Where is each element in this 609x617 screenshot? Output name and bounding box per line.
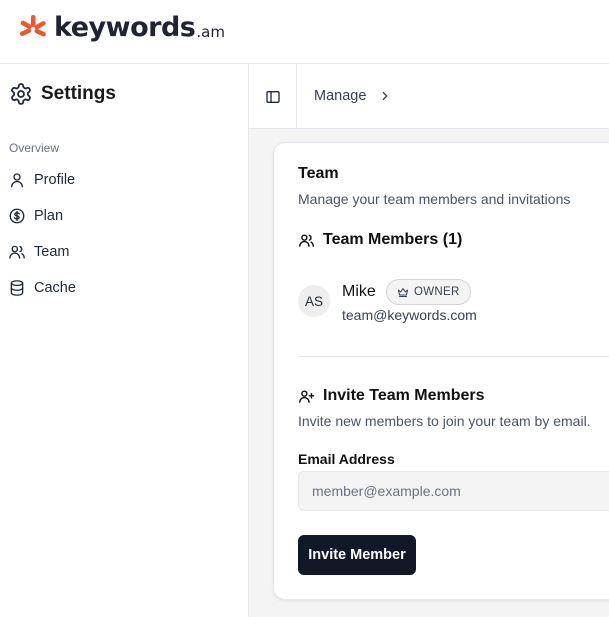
email-field[interactable]	[298, 471, 609, 511]
member-email: team@keywords.com	[342, 307, 477, 323]
main-content: Manage Team Manage your team members and…	[249, 64, 609, 617]
dollar-circle-icon	[9, 208, 25, 224]
member-name: Mike	[342, 283, 376, 300]
chevron-right-icon	[383, 91, 388, 101]
breadcrumb: Manage	[314, 88, 392, 104]
crown-icon	[398, 288, 408, 297]
role-badge: OWNER	[386, 279, 471, 305]
brand-name: keywords	[54, 11, 196, 43]
users-icon	[299, 233, 314, 247]
team-members-heading-label: Team Members (1)	[323, 231, 463, 248]
invite-heading-label: Invite Team Members	[323, 387, 485, 404]
sidebar-header: Settings	[9, 82, 116, 106]
sidebar-item-profile[interactable]: Profile	[8, 167, 75, 193]
sidebar: Settings Overview Profile Plan Team Cach…	[0, 64, 249, 617]
sidebar-toggle-button[interactable]	[249, 64, 297, 129]
sidebar-item-team[interactable]: Team	[8, 239, 69, 265]
email-field-label: Email Address	[298, 451, 395, 467]
top-bar: keywords .am	[0, 0, 609, 64]
sidebar-item-label: Profile	[34, 172, 76, 188]
team-members-heading: Team Members (1)	[298, 231, 462, 249]
team-card: Team Manage your team members and invita…	[273, 142, 609, 600]
breadcrumb-item-manage[interactable]: Manage	[314, 88, 366, 104]
card-subtitle: Manage your team members and invitations	[298, 191, 571, 207]
sidebar-title: Settings	[41, 83, 116, 104]
logo-mark-icon	[19, 15, 46, 37]
brand-logo[interactable]: keywords .am	[16, 10, 225, 44]
invite-member-button[interactable]: Invite Member	[298, 535, 416, 575]
user-icon	[11, 173, 23, 188]
gear-icon	[11, 83, 31, 105]
sidebar-item-cache[interactable]: Cache	[8, 275, 76, 301]
sidebar-toggle-icon	[265, 90, 280, 103]
role-badge-label: OWNER	[414, 286, 460, 298]
user-plus-icon	[299, 389, 315, 403]
card-title: Team	[298, 165, 339, 182]
sidebar-item-label: Plan	[34, 208, 64, 224]
breadcrumb-bar: Manage	[249, 64, 609, 129]
users-icon	[9, 245, 25, 259]
sidebar-item-plan[interactable]: Plan	[8, 203, 63, 229]
divider	[298, 356, 609, 357]
avatar: AS	[298, 285, 330, 317]
invite-heading: Invite Team Members	[298, 387, 485, 405]
invite-description: Invite new members to join your team by …	[298, 413, 591, 429]
sidebar-section-overview: Overview	[9, 141, 60, 155]
brand-suffix: .am	[196, 23, 225, 41]
sidebar-item-label: Team	[34, 244, 70, 260]
database-icon	[10, 280, 24, 296]
sidebar-item-label: Cache	[34, 280, 76, 296]
